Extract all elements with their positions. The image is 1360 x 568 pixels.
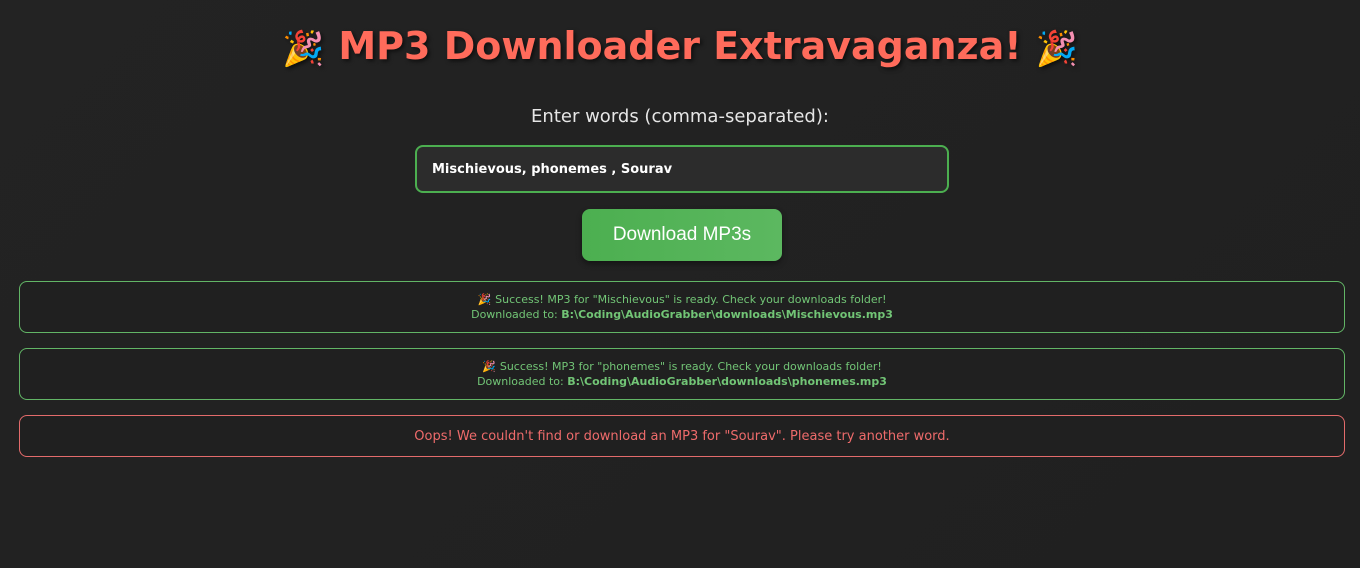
- success-text: Success! MP3 for "phonemes" is ready. Ch…: [499, 360, 882, 373]
- success-text: Success! MP3 for "Mischievous" is ready.…: [495, 293, 887, 306]
- success-message-text: 🎉 Success! MP3 for "phonemes" is ready. C…: [20, 359, 1344, 374]
- words-input[interactable]: [415, 145, 949, 193]
- success-message: 🎉 Success! MP3 for "phonemes" is ready. C…: [19, 348, 1345, 400]
- download-path-line: Downloaded to: B:\Coding\AudioGrabber\do…: [20, 307, 1344, 322]
- party-popper-icon: 🎉: [282, 28, 325, 69]
- page-title-text: MP3 Downloader Extravaganza!: [338, 24, 1022, 68]
- party-popper-icon: 🎉: [477, 293, 492, 306]
- download-mp3s-button[interactable]: Download MP3s: [582, 209, 782, 261]
- download-path-line: Downloaded to: B:\Coding\AudioGrabber\do…: [20, 374, 1344, 389]
- error-message: Oops! We couldn't find or download an MP…: [19, 415, 1345, 457]
- page-title: 🎉 MP3 Downloader Extravaganza! 🎉: [0, 20, 1360, 75]
- party-popper-icon: 🎉: [482, 360, 496, 373]
- party-popper-icon: 🎉: [1035, 28, 1078, 69]
- words-input-label: Enter words (comma-separated):: [531, 106, 829, 127]
- download-path-prefix: Downloaded to:: [477, 375, 564, 388]
- page: 🎉 MP3 Downloader Extravaganza! 🎉 Enter wor…: [0, 0, 1360, 568]
- download-path-prefix: Downloaded to:: [471, 308, 558, 321]
- download-path: B:\Coding\AudioGrabber\downloads\phoneme…: [567, 375, 887, 388]
- success-message: 🎉 Success! MP3 for "Mischievous" is ready…: [19, 281, 1345, 333]
- download-path: B:\Coding\AudioGrabber\downloads\Mischie…: [561, 308, 893, 321]
- success-message-text: 🎉 Success! MP3 for "Mischievous" is ready…: [20, 292, 1344, 307]
